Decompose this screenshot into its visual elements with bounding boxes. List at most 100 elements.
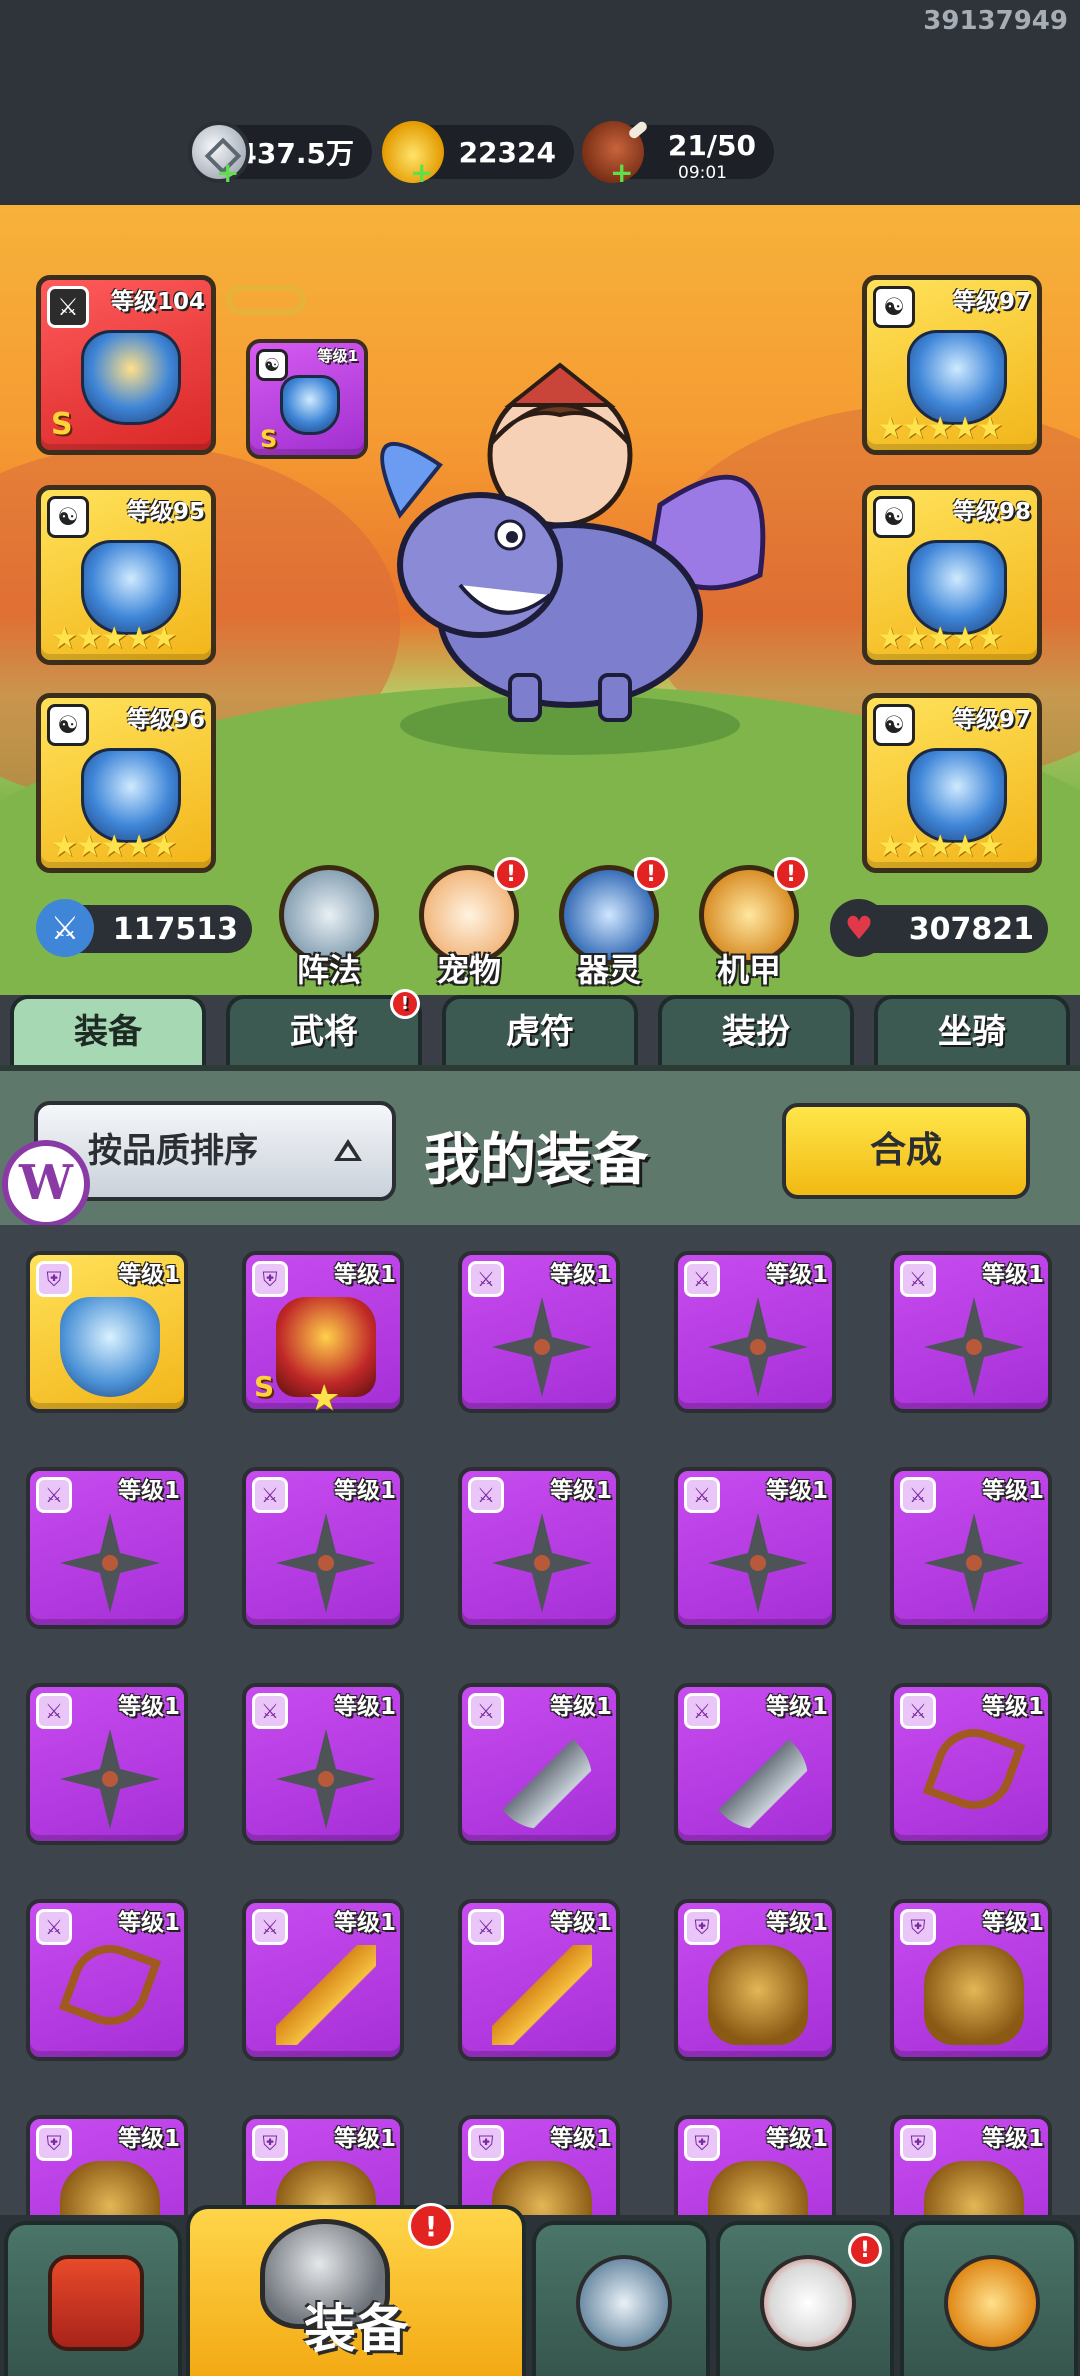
equipment-item-knife[interactable]: ⚔ 等级1: [674, 1683, 836, 1845]
item-level: 等级1: [333, 2126, 396, 2152]
equipment-item-shuriken[interactable]: ⚔ 等级1: [26, 1467, 188, 1629]
equipment-item-knife[interactable]: ⚔ 等级1: [458, 1683, 620, 1845]
slot-level: 等级1: [317, 347, 358, 365]
w-logo-icon[interactable]: W: [2, 1140, 90, 1228]
tab-generals-label: 武将: [290, 1012, 358, 1052]
armor-art: [60, 2161, 160, 2215]
stamina-counter[interactable]: 21/50 09:01 +: [582, 121, 774, 189]
slot-level: 等级104: [110, 289, 205, 315]
tab-outfit[interactable]: 装扮: [658, 995, 854, 1067]
notification-badge: !: [408, 2203, 454, 2249]
tab-tally[interactable]: 虎符: [442, 995, 638, 1067]
equipment-item-shuriken[interactable]: ⚔ 等级1: [242, 1683, 404, 1845]
armor-slot[interactable]: ☯ 等级95 ★★★★★: [36, 485, 216, 665]
glove-slot[interactable]: ☯ 等级98 ★★★★★: [862, 485, 1042, 665]
gold-counter[interactable]: 22324 +: [382, 121, 574, 189]
equipment-item-shuriken[interactable]: ⚔ 等级1: [26, 1683, 188, 1845]
armor-icon: ⛨: [684, 2125, 720, 2161]
sword-icon: ⚔: [36, 1909, 72, 1945]
shuriken-art: [708, 1297, 808, 1397]
sort-label: 按品质排序: [88, 1131, 258, 1171]
yin-yang-icon: ☯: [47, 496, 89, 538]
helmet-art: [60, 1297, 160, 1397]
accessory-slot[interactable]: ☯ 等级1 S: [246, 339, 368, 459]
item-level: 等级1: [549, 2126, 612, 2152]
equipment-item-shuriken[interactable]: ⚔ 等级1: [674, 1251, 836, 1413]
sword-icon: ⚔: [252, 1477, 288, 1513]
sword-icon: ⚔: [36, 1477, 72, 1513]
tab-equipment[interactable]: 装备: [10, 995, 206, 1067]
equipment-item-armor[interactable]: ⛨ 等级1: [674, 1899, 836, 2061]
sword-icon: ⚔: [684, 1477, 720, 1513]
equipment-item-shuriken[interactable]: ⚔ 等级1: [242, 1467, 404, 1629]
nav-city[interactable]: [4, 2221, 182, 2376]
merge-button[interactable]: 合成: [782, 1103, 1030, 1199]
equipment-item-bow[interactable]: ⚔ 等级1: [890, 1683, 1052, 1845]
shuriken-art: [924, 1513, 1024, 1613]
slot-level: 等级96: [126, 707, 205, 733]
spirit-button[interactable]: 器灵 !: [554, 857, 668, 991]
attack-stat: ⚔ 117513: [36, 899, 252, 957]
armor-art: [708, 1945, 808, 2045]
knife-art: [708, 1729, 808, 1829]
armor-icon: ⛨: [900, 1909, 936, 1945]
sword-icon: ⚔: [900, 1477, 936, 1513]
cloak-slot[interactable]: ☯ 等级97 ★★★★★: [862, 275, 1042, 455]
equipment-item-cloak[interactable]: ⛨ 等级1 S ★: [242, 1251, 404, 1419]
item-level: 等级1: [333, 1262, 396, 1288]
equipment-panel-header: 按品质排序 我的装备 合成: [0, 1065, 1080, 1225]
add-gold-icon[interactable]: +: [410, 156, 433, 189]
nav-arena[interactable]: [532, 2221, 710, 2376]
star-rating: ★★★★★: [51, 621, 177, 656]
add-stamina-icon[interactable]: +: [610, 156, 633, 189]
boots-slot[interactable]: ☯ 等级97 ★★★★★: [862, 693, 1042, 873]
equipment-item-helmet[interactable]: ⛨ 等级1: [26, 1251, 188, 1413]
item-level: 等级1: [765, 1910, 828, 1936]
nav-equipment[interactable]: 装备 !: [186, 2203, 526, 2376]
tab-mount[interactable]: 坐骑: [874, 995, 1070, 1067]
helmet-slot[interactable]: ☯ 等级96 ★★★★★: [36, 693, 216, 873]
mecha-button[interactable]: 机甲 !: [694, 857, 808, 991]
equipment-item-armor[interactable]: ⛨ 等级1: [890, 1899, 1052, 2061]
equipment-item-gun[interactable]: ⚔ 等级1: [458, 1899, 620, 2061]
equipment-item-shuriken[interactable]: ⚔ 等级1: [890, 1251, 1052, 1413]
sword-icon: ⚔: [252, 1693, 288, 1729]
armor-icon: ⛨: [36, 2125, 72, 2161]
equipment-grid: ⛨ 等级1 ⛨ 等级1 S ★ ⚔ 等级1 ⚔ 等级1 ⚔ 等级1 ⚔ 等级1 ⚔ 等级1 ⚔ 等级1 ⚔ 等级1 ⚔ 等…: [0, 1225, 1080, 2215]
formation-button[interactable]: 阵法: [274, 865, 384, 991]
equipment-item-shuriken[interactable]: ⚔ 等级1: [458, 1251, 620, 1413]
knife-art: [492, 1729, 592, 1829]
weapon-slot[interactable]: ⚔ 等级104 S: [36, 275, 216, 455]
shuriken-art: [708, 1513, 808, 1613]
pet-button[interactable]: 宠物 !: [414, 857, 528, 991]
equipment-item-shuriken[interactable]: ⚔ 等级1: [890, 1467, 1052, 1629]
item-level: 等级1: [765, 1478, 828, 1504]
equipment-item-armor[interactable]: ⛨ 等级1: [458, 2115, 620, 2215]
item-level: 等级1: [981, 1694, 1044, 1720]
attack-value: 117513: [112, 911, 238, 947]
star-rating: ★★★★★: [877, 829, 1003, 864]
armor-art: [708, 2161, 808, 2215]
equipment-item-armor[interactable]: ⛨ 等级1: [26, 2115, 188, 2215]
equipment-item-shuriken[interactable]: ⚔ 等级1: [674, 1467, 836, 1629]
equipment-item-armor[interactable]: ⛨ 等级1: [674, 2115, 836, 2215]
equipment-item-shuriken[interactable]: ⚔ 等级1: [458, 1467, 620, 1629]
slot-level: 等级97: [952, 289, 1031, 315]
silver-counter[interactable]: 437.5万 +: [188, 121, 372, 189]
yin-yang-icon: ☯: [873, 496, 915, 538]
equipment-item-armor[interactable]: ⛨ 等级1: [890, 2115, 1052, 2215]
equipment-item-bow[interactable]: ⚔ 等级1: [26, 1899, 188, 2061]
user-id: 39137949: [923, 6, 1068, 36]
equipment-item-armor[interactable]: ⛨ 等级1: [242, 2115, 404, 2215]
nav-rooster[interactable]: !: [716, 2221, 894, 2376]
tab-generals[interactable]: 武将 !: [226, 989, 422, 1067]
hero-with-pet-art: [380, 362, 766, 755]
hp-value: 307821: [908, 911, 1034, 947]
equipment-item-gun[interactable]: ⚔ 等级1: [242, 1899, 404, 2061]
nav-upgrade[interactable]: [900, 2221, 1078, 2376]
item-level: 等级1: [117, 2126, 180, 2152]
add-silver-icon[interactable]: +: [216, 156, 239, 189]
shuriken-art: [276, 1513, 376, 1613]
hp-stat: ♥ 307821: [830, 899, 1048, 957]
armor-art: [924, 2161, 1024, 2215]
